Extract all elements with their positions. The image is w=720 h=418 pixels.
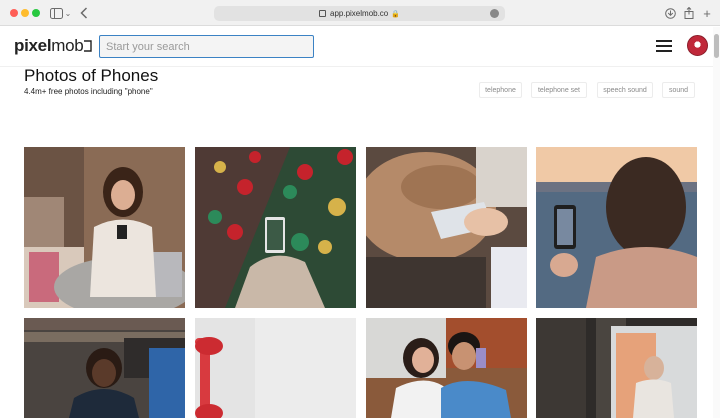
photo-card[interactable]	[536, 318, 697, 418]
photo-card[interactable]	[366, 147, 527, 308]
tag-telephone-set[interactable]: telephone set	[531, 82, 587, 98]
logo-light: mob	[51, 36, 84, 55]
photo-card[interactable]	[24, 147, 185, 308]
photo-couple-selfie	[366, 318, 527, 418]
photo-sunset-lake	[536, 147, 697, 308]
photo-card[interactable]	[536, 147, 697, 308]
back-arrow-icon[interactable]	[78, 5, 90, 21]
reader-icon[interactable]	[490, 9, 499, 18]
url-text: app.pixelmob.co	[330, 9, 389, 18]
search-input[interactable]	[99, 35, 314, 58]
share-icon[interactable]	[683, 5, 695, 21]
photo-red-handset	[195, 318, 356, 418]
photo-woman-sofa	[24, 147, 185, 308]
tag-sound[interactable]: sound	[662, 82, 695, 98]
avatar[interactable]	[687, 35, 708, 56]
tag-speech-sound[interactable]: speech sound	[597, 82, 653, 98]
address-bar[interactable]: app.pixelmob.co 🔒	[214, 6, 505, 21]
photo-window-phone	[536, 318, 697, 418]
photo-card[interactable]	[195, 318, 356, 418]
photo-card[interactable]	[24, 318, 185, 418]
close-window-button[interactable]	[10, 9, 18, 17]
zoom-window-button[interactable]	[32, 9, 40, 17]
logo-bold: pixel	[14, 36, 52, 55]
lock-icon: 🔒	[391, 10, 400, 18]
photo-hands-phone-bag	[366, 147, 527, 308]
chevron-down-icon[interactable]: ⌄	[64, 5, 72, 21]
site-header: pixelmob	[0, 27, 713, 67]
browser-toolbar: ⌄ app.pixelmob.co 🔒 +	[0, 0, 720, 26]
photo-christmas-tree	[195, 147, 356, 308]
page-title: Photos of Phones	[24, 66, 159, 85]
logo[interactable]: pixelmob	[14, 36, 93, 56]
result-count: 4.4m+ free photos including "phone"	[24, 87, 153, 96]
hamburger-menu-icon[interactable]	[656, 40, 672, 52]
tag-telephone[interactable]: telephone	[479, 82, 522, 98]
page-scrollbar[interactable]	[713, 27, 720, 418]
photo-card[interactable]	[195, 147, 356, 308]
photo-card[interactable]	[366, 318, 527, 418]
site-icon	[319, 10, 326, 17]
scrollbar-thumb[interactable]	[714, 34, 719, 58]
photo-library-call	[24, 318, 185, 418]
sidebar-icon[interactable]	[49, 5, 63, 21]
download-icon[interactable]	[664, 5, 676, 21]
minimize-window-button[interactable]	[21, 9, 29, 17]
new-tab-icon[interactable]: +	[701, 5, 713, 21]
